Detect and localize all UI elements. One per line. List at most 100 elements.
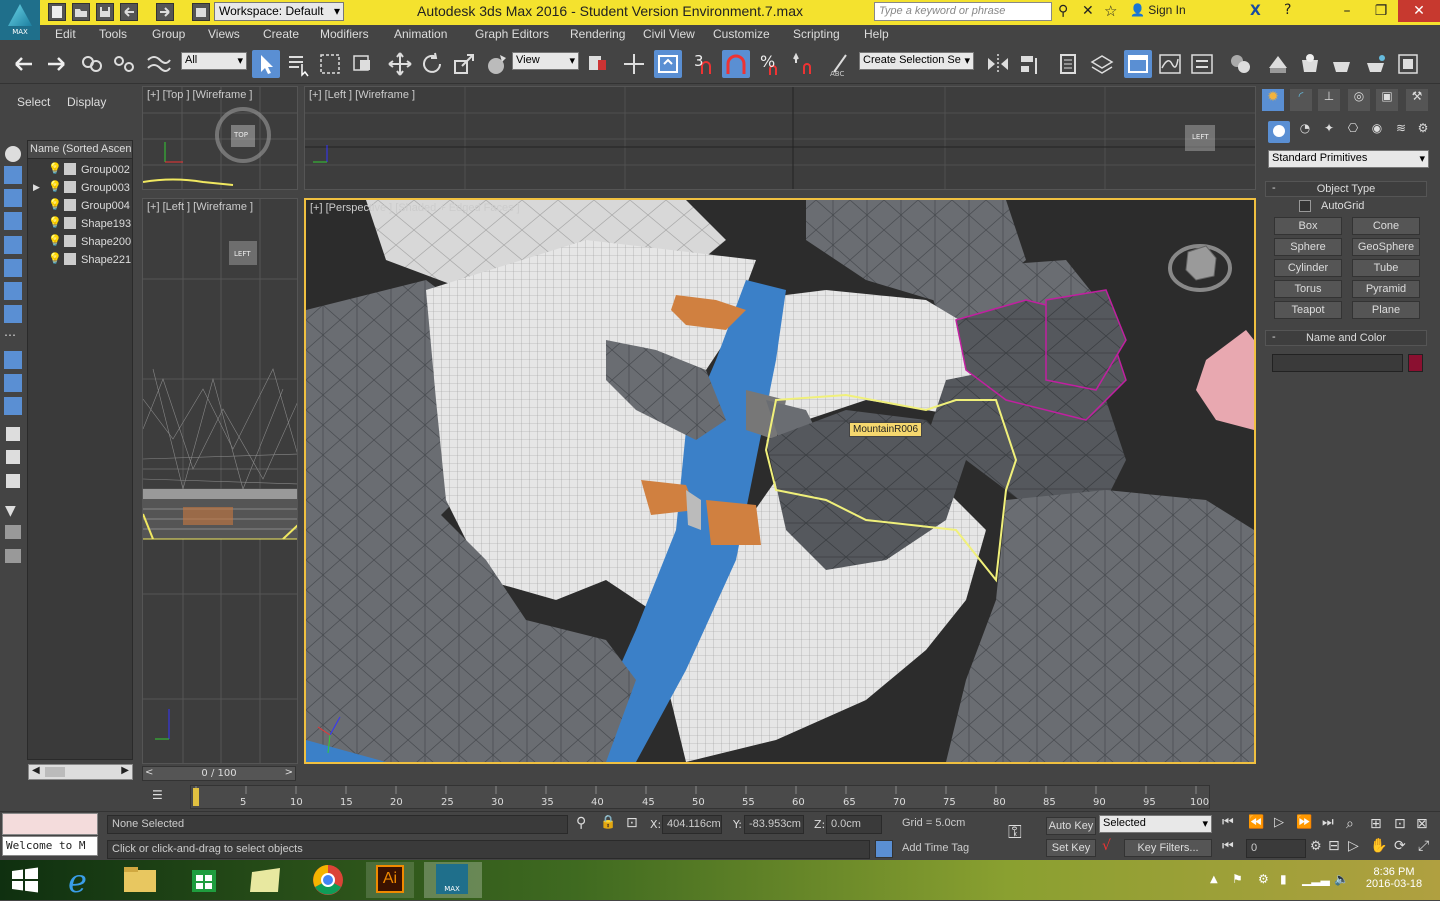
display-influences-icon[interactable] xyxy=(6,450,20,464)
menu-customize[interactable]: Customize xyxy=(713,27,770,41)
list-item[interactable]: ▶ 💡 Group003 xyxy=(30,180,132,197)
key-mode-dropdown[interactable]: Selected ▾ xyxy=(1099,815,1212,833)
go-to-end-icon[interactable]: ⏭ xyxy=(1322,815,1334,830)
undo-icon[interactable] xyxy=(120,3,138,21)
next-frame-icon[interactable]: ⏩ xyxy=(1296,815,1312,830)
teapot-button[interactable]: Teapot xyxy=(1274,301,1342,319)
display-xrefs-icon[interactable] xyxy=(4,374,22,392)
geosphere-button[interactable]: GeoSphere xyxy=(1352,238,1420,256)
new-file-icon[interactable] xyxy=(48,3,66,21)
rendered-frame-window-icon[interactable] xyxy=(1296,50,1324,78)
menu-tools[interactable]: Tools xyxy=(99,27,127,41)
lightbulb-icon[interactable]: 💡 xyxy=(48,252,62,265)
reference-coordinate-dropdown[interactable]: View ▾ xyxy=(512,52,579,70)
keyboard-shortcut-override-icon[interactable] xyxy=(654,50,682,78)
sphere-button[interactable]: Sphere xyxy=(1274,238,1342,256)
lights-icon[interactable]: ✦ xyxy=(1318,121,1340,143)
binoculars-icon[interactable]: ⚲ xyxy=(1058,3,1068,19)
systems-icon[interactable]: ⚙ xyxy=(1412,121,1434,143)
show-hidden-icons-icon[interactable]: ▲ xyxy=(1210,874,1218,885)
viewport-top[interactable]: [+] [Top ] [Wireframe ] TOP xyxy=(142,86,298,190)
list-item[interactable]: 💡 Shape200 xyxy=(30,234,132,251)
utilities-tab-icon[interactable]: ⚒ xyxy=(1406,89,1428,111)
horizontal-scrollbar[interactable]: ◀ ▶ xyxy=(28,764,133,780)
time-configuration-icon[interactable]: ⚙ xyxy=(1310,839,1322,854)
list-item[interactable]: 💡 Shape193 xyxy=(30,216,132,233)
flag-icon[interactable]: ⚑ xyxy=(1232,872,1243,886)
hierarchy-tab-icon[interactable]: ⊥ xyxy=(1318,89,1340,111)
redo-icon[interactable] xyxy=(156,3,174,21)
display-lights-icon[interactable] xyxy=(4,212,22,230)
lightbulb-icon[interactable]: 💡 xyxy=(48,162,62,175)
pivot-center-icon[interactable] xyxy=(584,50,612,78)
workspace-dropdown[interactable]: Workspace: Default ▾ xyxy=(214,2,344,21)
restore-button[interactable]: ❐ xyxy=(1364,0,1398,22)
cylinder-button[interactable]: Cylinder xyxy=(1274,259,1342,277)
maximize-viewport-icon[interactable]: ⤢ xyxy=(1418,838,1429,854)
favorites-star-icon[interactable]: ☆ xyxy=(1104,2,1117,20)
play-icon[interactable]: ▷ xyxy=(1274,815,1284,830)
illustrator-icon[interactable]: Ai xyxy=(366,862,414,898)
key-mode-toggle-icon[interactable]: ⏮ xyxy=(1222,839,1234,854)
libraries-icon[interactable] xyxy=(242,862,290,898)
move-icon[interactable] xyxy=(386,50,414,78)
viewcube-face-label[interactable]: LEFT xyxy=(234,250,251,258)
render-iterative-icon[interactable] xyxy=(1362,50,1390,78)
previous-frame-icon[interactable]: ⏪ xyxy=(1248,815,1264,830)
snaps-toggle-icon[interactable]: 3 xyxy=(690,50,718,78)
tube-button[interactable]: Tube xyxy=(1352,259,1420,277)
menu-scripting[interactable]: Scripting xyxy=(793,27,840,41)
filter-icon[interactable]: ▼ xyxy=(5,503,16,519)
autogrid-checkbox[interactable] xyxy=(1299,200,1311,212)
menu-modifiers[interactable]: Modifiers xyxy=(320,27,369,41)
pyramid-button[interactable]: Pyramid xyxy=(1352,280,1420,298)
viewport-label-left-small[interactable]: [+] [Left ] [Wireframe ] xyxy=(147,201,253,213)
z-coordinate-field[interactable]: 0.0cm xyxy=(826,815,882,834)
helpers-icon[interactable]: ◉ xyxy=(1366,121,1388,143)
viewcube[interactable] xyxy=(1166,236,1236,296)
clock[interactable]: 8:36 PM 2016-03-18 xyxy=(1360,866,1428,890)
name-and-color-rollout[interactable]: - Name and Color xyxy=(1265,330,1427,346)
rectangular-selection-icon[interactable] xyxy=(316,50,344,78)
viewport-left-small[interactable]: [+] [Left ] [Wireframe ] LEFT xyxy=(142,198,298,764)
time-tag-icon[interactable] xyxy=(875,840,893,858)
spinner-snap-icon[interactable] xyxy=(790,50,818,78)
object-type-rollout[interactable]: - Object Type xyxy=(1265,181,1427,197)
create-tab-icon[interactable]: ✹ xyxy=(1262,89,1284,111)
minimize-button[interactable]: – xyxy=(1330,0,1364,22)
network-tray-icon[interactable]: ⚙ xyxy=(1258,872,1269,886)
volume-icon[interactable]: 🔈 xyxy=(1334,872,1349,886)
windows-start-icon[interactable] xyxy=(10,866,40,894)
display-children-icon[interactable] xyxy=(6,427,20,441)
display-all-icon[interactable] xyxy=(4,397,22,415)
key-filters-button[interactable]: Key Filters... xyxy=(1124,839,1212,857)
lightbulb-icon[interactable]: 💡 xyxy=(48,198,62,211)
3ds-max-taskbar-icon[interactable]: MAX xyxy=(424,862,482,898)
render-production-icon[interactable] xyxy=(1328,50,1356,78)
selection-filter-dropdown[interactable]: All ▾ xyxy=(181,52,247,70)
zoom-all-icon[interactable]: ⊞ xyxy=(1370,816,1382,832)
maxscript-listener[interactable]: Welcome to M xyxy=(2,836,98,856)
cameras-icon[interactable]: ⎔ xyxy=(1342,121,1364,143)
menu-rendering[interactable]: Rendering xyxy=(570,27,625,41)
display-helpers-icon[interactable] xyxy=(4,259,22,277)
x-coordinate-field[interactable]: 404.116cm xyxy=(662,815,722,834)
primitive-category-dropdown[interactable]: Standard Primitives ▾ xyxy=(1268,150,1429,168)
selection-lock-icon[interactable]: 🔒 xyxy=(600,815,616,830)
redo-icon[interactable] xyxy=(42,50,70,78)
exchange-apps-icon[interactable]: X xyxy=(1250,3,1261,19)
modify-tab-icon[interactable]: ◜ xyxy=(1290,89,1312,111)
schematic-view-icon[interactable] xyxy=(1188,50,1216,78)
pan-view-icon[interactable]: ✋ xyxy=(1370,838,1387,854)
viewport-label-left[interactable]: [+] [Left ] [Wireframe ] xyxy=(309,89,415,101)
menu-civil-view[interactable]: Civil View xyxy=(643,27,695,41)
help-icon[interactable]: ? xyxy=(1284,2,1291,18)
arc-rotate-icon[interactable]: ⟳ xyxy=(1394,838,1406,854)
search-input[interactable]: Type a keyword or phrase xyxy=(874,2,1052,21)
viewport-label-perspective[interactable]: [+] [Perspective ] [Shaded + Edged Faces… xyxy=(310,202,520,214)
render-in-cloud-icon[interactable] xyxy=(1394,50,1422,78)
box-button[interactable]: Box xyxy=(1274,217,1342,235)
key-icon[interactable]: ⚿ xyxy=(1008,822,1022,843)
select-manipulate-icon[interactable] xyxy=(620,50,648,78)
display-bones-icon[interactable]: ⋯ xyxy=(4,328,22,346)
